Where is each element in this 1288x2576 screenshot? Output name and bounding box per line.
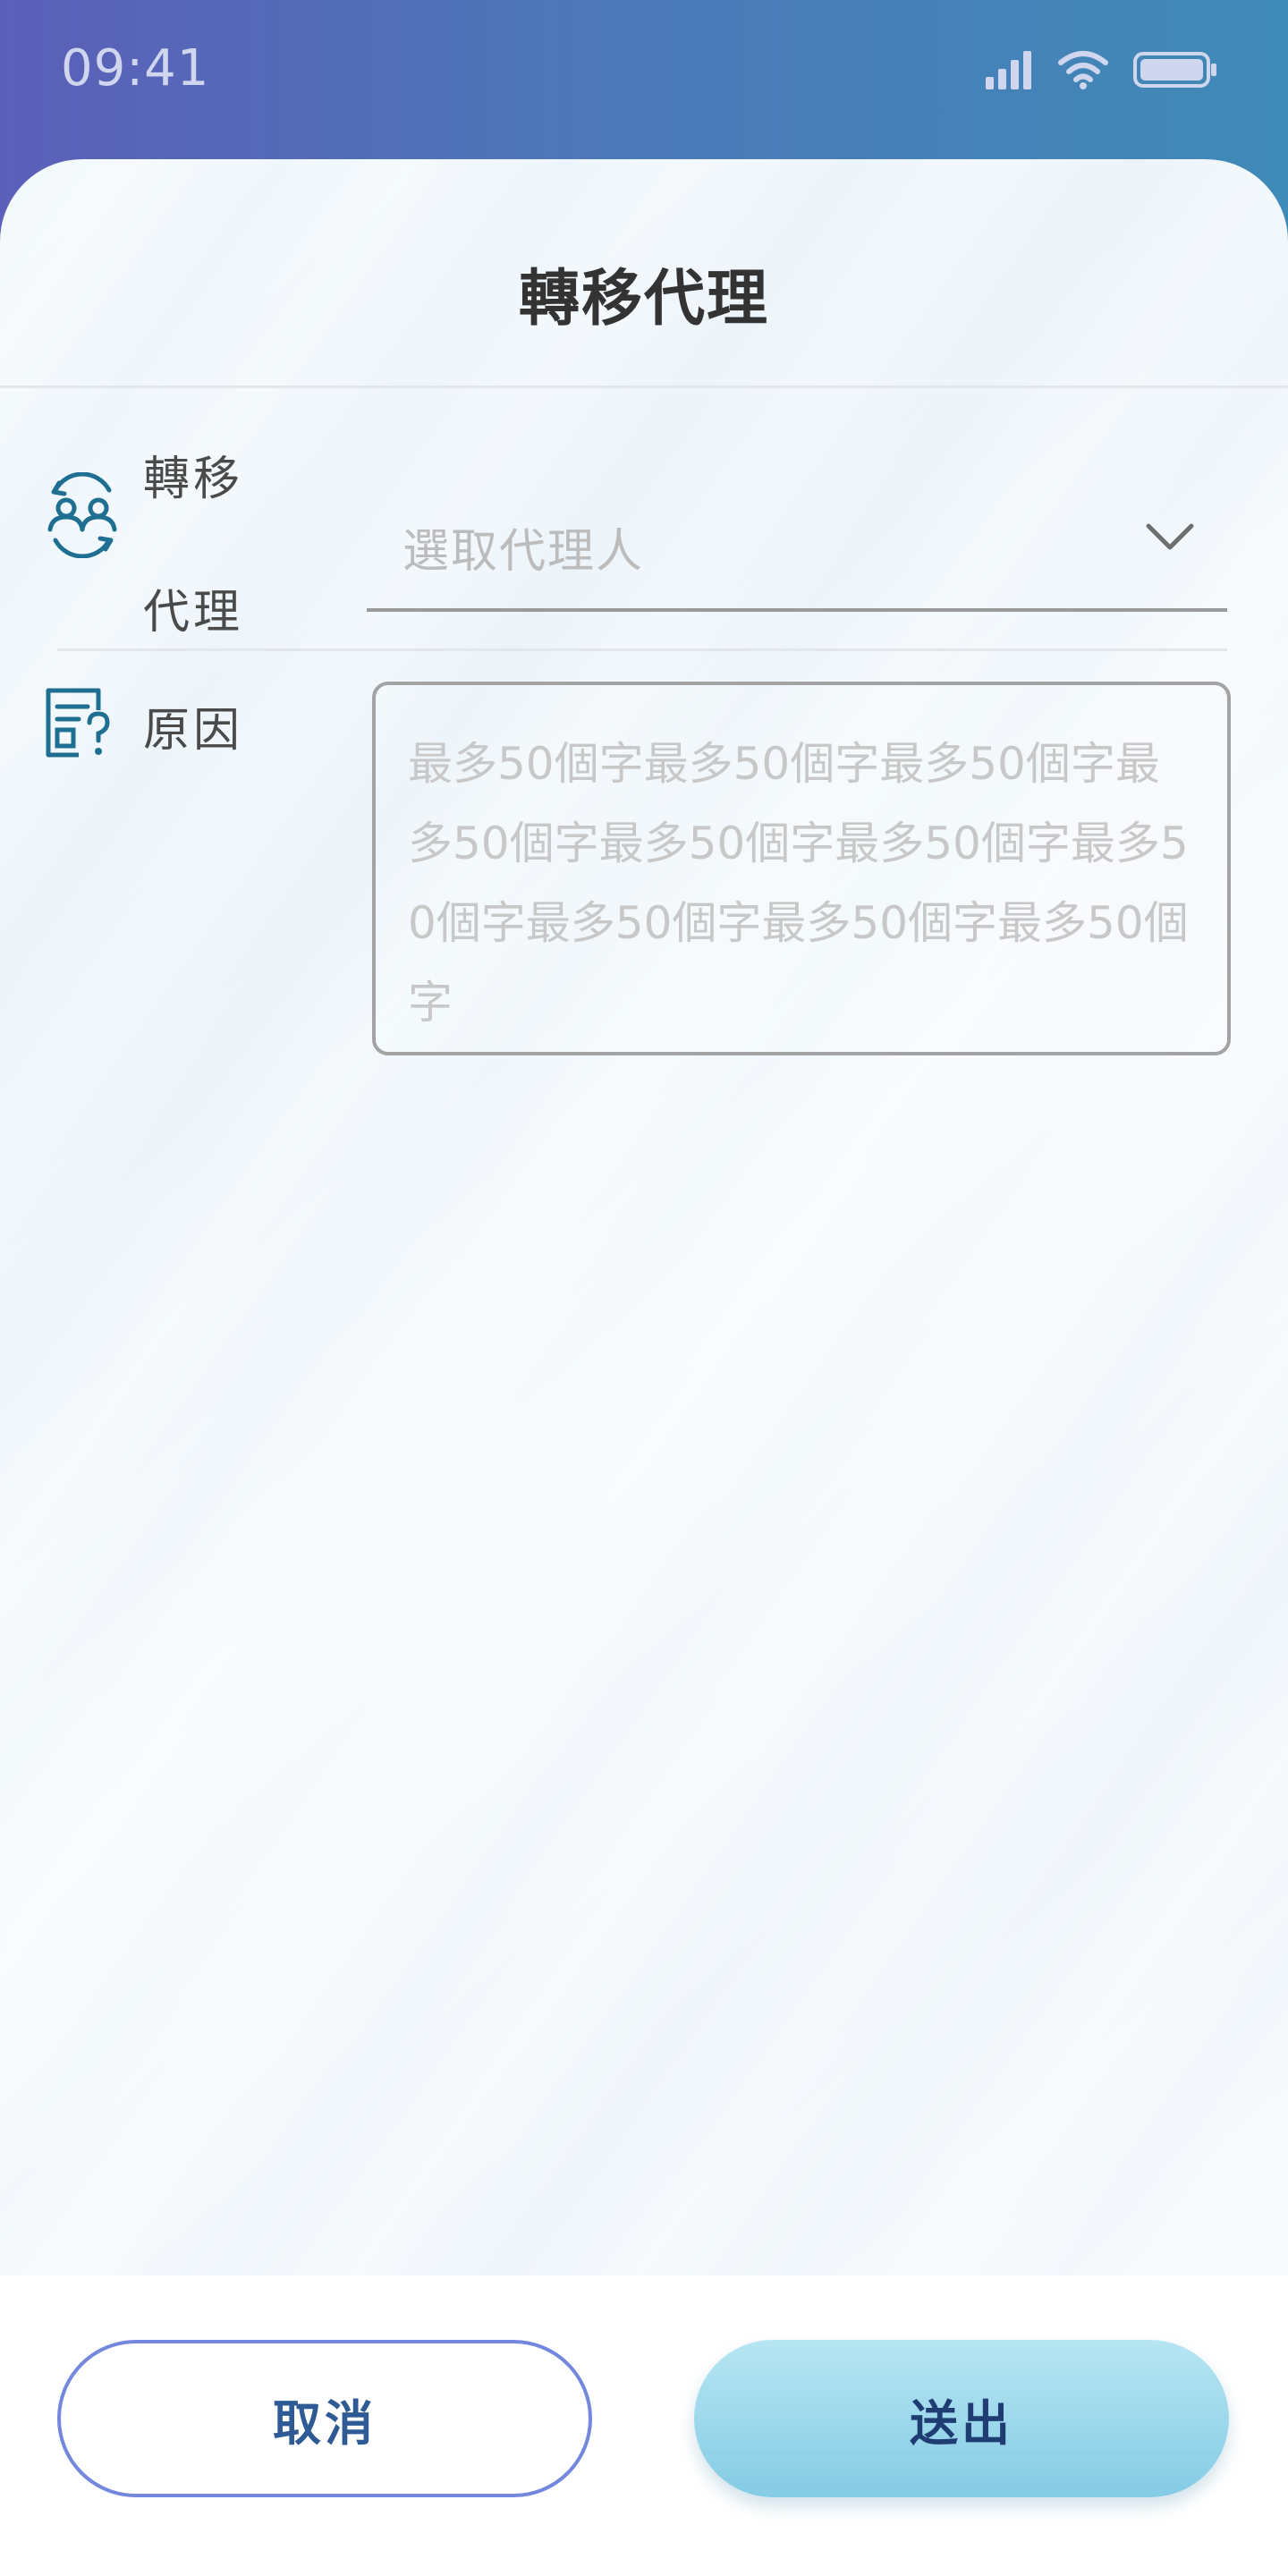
footer-actions: 取消 送出	[0, 2275, 1288, 2576]
cancel-button[interactable]: 取消	[57, 2340, 592, 2497]
row-divider	[57, 648, 1227, 651]
agent-select[interactable]: 選取代理人	[367, 474, 1227, 612]
document-question-icon	[46, 688, 110, 758]
reason-textarea[interactable]: 最多50個字最多50個字最多50個字最多50個字最多50個字最多50個字最多50…	[372, 682, 1231, 1055]
submit-button[interactable]: 送出	[694, 2340, 1229, 2497]
agent-label-line2: 代理	[143, 586, 244, 640]
chevron-down-icon[interactable]	[1145, 521, 1195, 553]
reason-field-label: 原因	[143, 704, 244, 758]
agent-label-line1: 轉移	[143, 453, 244, 506]
users-transfer-icon	[47, 472, 117, 558]
title-divider	[0, 386, 1288, 388]
reason-placeholder: 最多50個字最多50個字最多50個字最多50個字最多50個字最多50個字最多50…	[408, 738, 1189, 1029]
agent-select-placeholder: 選取代理人	[402, 525, 645, 579]
sheet-title: 轉移代理	[518, 264, 769, 335]
status-icons	[984, 50, 1218, 89]
battery-icon	[1133, 52, 1216, 88]
status-bar: 09:41	[0, 0, 1288, 159]
wifi-icon	[1058, 51, 1108, 89]
transfer-agent-sheet: 轉移代理 轉移 代理 選取代理人 原因 最多50個字最多50個字最多50個字最多…	[0, 159, 1288, 2576]
agent-field-label: 轉移 代理	[143, 453, 268, 662]
status-time: 09:41	[61, 39, 210, 97]
signal-icon	[986, 51, 1031, 89]
